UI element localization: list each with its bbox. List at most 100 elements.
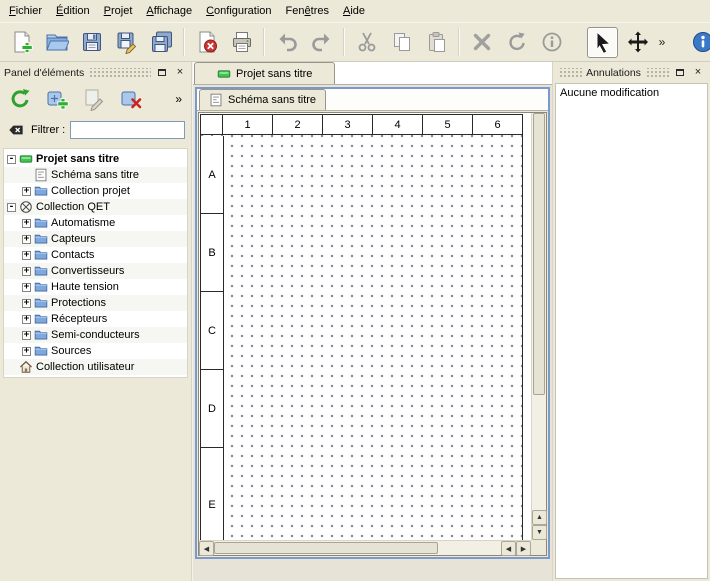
edit-element-icon: [82, 87, 106, 111]
tree-item-label: Collection utilisateur: [36, 361, 134, 373]
reload-collections-button[interactable]: [6, 85, 33, 112]
close-project-button[interactable]: [191, 27, 222, 58]
menu-edition[interactable]: Édition: [49, 0, 97, 22]
column-header-5: 5: [423, 115, 473, 134]
tab-project[interactable]: Projet sans titre: [194, 62, 335, 84]
expand-icon[interactable]: +: [22, 219, 31, 228]
qet-icon: [19, 200, 33, 214]
horizontal-scroll-thumb[interactable]: [214, 542, 438, 554]
project-tabbar: Projet sans titre: [193, 62, 552, 85]
dock-grip: [88, 68, 151, 77]
folder-icon: [34, 216, 48, 230]
expand-icon[interactable]: +: [22, 283, 31, 292]
close-dock-button[interactable]: ×: [173, 66, 187, 79]
paste-button[interactable]: [421, 27, 452, 58]
horizontal-scroll-track[interactable]: [214, 541, 501, 555]
menu-configuration[interactable]: Configuration: [199, 0, 278, 22]
expand-icon[interactable]: +: [22, 331, 31, 340]
scroll-up-button[interactable]: ▲: [532, 510, 547, 525]
collapse-icon[interactable]: -: [7, 203, 16, 212]
open-project-button[interactable]: [41, 27, 72, 58]
menu-fichier[interactable]: Fichier: [2, 0, 49, 22]
rotate-button[interactable]: [501, 27, 532, 58]
new-element-button[interactable]: [43, 85, 70, 112]
close-dock-button[interactable]: ×: [691, 66, 705, 79]
filter-input[interactable]: [70, 121, 185, 139]
undo-panel-titlebar[interactable]: Annulations ×: [555, 64, 708, 81]
undo-button[interactable]: [271, 27, 302, 58]
tree-item-capteurs[interactable]: +Capteurs: [4, 231, 187, 247]
element-tree: -Projet sans titreSchéma sans titre+Coll…: [3, 148, 188, 378]
clear-filter-icon[interactable]: [6, 122, 26, 138]
expand-icon[interactable]: +: [22, 251, 31, 260]
save-button[interactable]: [76, 27, 107, 58]
menu-projet[interactable]: Projet: [97, 0, 140, 22]
scroll-down-button[interactable]: ▼: [532, 525, 547, 540]
tree-item-collection-utilisateur[interactable]: Collection utilisateur: [4, 359, 187, 375]
new-project-button[interactable]: [6, 27, 37, 58]
expand-icon[interactable]: +: [22, 235, 31, 244]
tree-item-convertisseurs[interactable]: +Convertisseurs: [4, 263, 187, 279]
print-button[interactable]: [226, 27, 257, 58]
tree-item-sources[interactable]: +Sources: [4, 343, 187, 359]
scroll-right-button[interactable]: ▶: [516, 541, 531, 556]
project-icon: [217, 67, 231, 81]
tree-item-collection-qet[interactable]: -Collection QET: [4, 199, 187, 215]
menu-fenetres[interactable]: Fenêtres: [279, 0, 336, 22]
row-headers: ABCDE: [201, 136, 224, 540]
edit-element-button[interactable]: [80, 85, 107, 112]
move-tool-button[interactable]: [622, 27, 653, 58]
tree-item-haute-tension[interactable]: +Haute tension: [4, 279, 187, 295]
save-as-button[interactable]: [111, 27, 142, 58]
expand-icon[interactable]: +: [22, 347, 31, 356]
expand-icon[interactable]: +: [22, 187, 31, 196]
scroll-left-button-2[interactable]: ◀: [501, 541, 516, 556]
float-dock-button[interactable]: [673, 66, 687, 79]
tree-item-schema-sans-titre[interactable]: Schéma sans titre: [4, 167, 187, 183]
save-all-button[interactable]: [146, 27, 177, 58]
folder-icon: [34, 312, 48, 326]
schema-icon: [209, 93, 223, 107]
about-qet-button[interactable]: [687, 27, 710, 58]
tab-schema[interactable]: Schéma sans titre: [199, 89, 326, 110]
dock-grip: [558, 68, 582, 77]
select-tool-button[interactable]: [587, 27, 618, 58]
properties-button[interactable]: [536, 27, 567, 58]
elements-toolbar-overflow-button[interactable]: »: [175, 92, 185, 106]
undo-history-list[interactable]: Aucune modification: [555, 83, 708, 579]
vertical-scroll-thumb[interactable]: [533, 113, 545, 395]
row-header-D: D: [201, 370, 223, 448]
cut-button[interactable]: [351, 27, 382, 58]
menu-affichage[interactable]: Affichage: [139, 0, 199, 22]
menu-aide[interactable]: Aide: [336, 0, 372, 22]
tree-item-semi-conducteurs[interactable]: +Semi-conducteurs: [4, 327, 187, 343]
folder-icon: [34, 248, 48, 262]
expand-icon[interactable]: +: [22, 267, 31, 276]
select-icon: [591, 30, 615, 54]
schema-canvas[interactable]: 123456 ABCDE: [199, 113, 531, 540]
delete-button[interactable]: [466, 27, 497, 58]
tree-item-automatisme[interactable]: + Automatisme: [4, 215, 187, 231]
float-dock-button[interactable]: [155, 66, 169, 79]
tree-item-recepteurs[interactable]: +Récepteurs: [4, 311, 187, 327]
column-header-3: 3: [323, 115, 373, 134]
tree-item-projet-sans-titre[interactable]: -Projet sans titre: [4, 151, 187, 167]
horizontal-scrollbar[interactable]: ◀ ◀ ▶: [199, 540, 531, 555]
toolbar-separator: [183, 28, 185, 56]
vertical-scrollbar[interactable]: ▲ ▼: [531, 113, 546, 540]
redo-button[interactable]: [306, 27, 337, 58]
tree-item-protections[interactable]: +Protections: [4, 295, 187, 311]
expand-icon[interactable]: +: [22, 315, 31, 324]
elements-panel-titlebar[interactable]: Panel d'éléments ×: [1, 64, 190, 81]
tree-item-collection-projet[interactable]: +Collection projet: [4, 183, 187, 199]
delete-element-button[interactable]: [117, 85, 144, 112]
scroll-left-button[interactable]: ◀: [199, 541, 214, 556]
tree-item-label: Contacts: [51, 249, 94, 261]
tree-item-label: Automatisme: [51, 217, 115, 229]
collapse-icon[interactable]: -: [7, 155, 16, 164]
toolbar-overflow-button[interactable]: »: [655, 27, 669, 57]
tree-item-contacts[interactable]: + Contacts: [4, 247, 187, 263]
expand-icon[interactable]: +: [22, 299, 31, 308]
vertical-scroll-track[interactable]: [532, 113, 546, 510]
copy-button[interactable]: [386, 27, 417, 58]
